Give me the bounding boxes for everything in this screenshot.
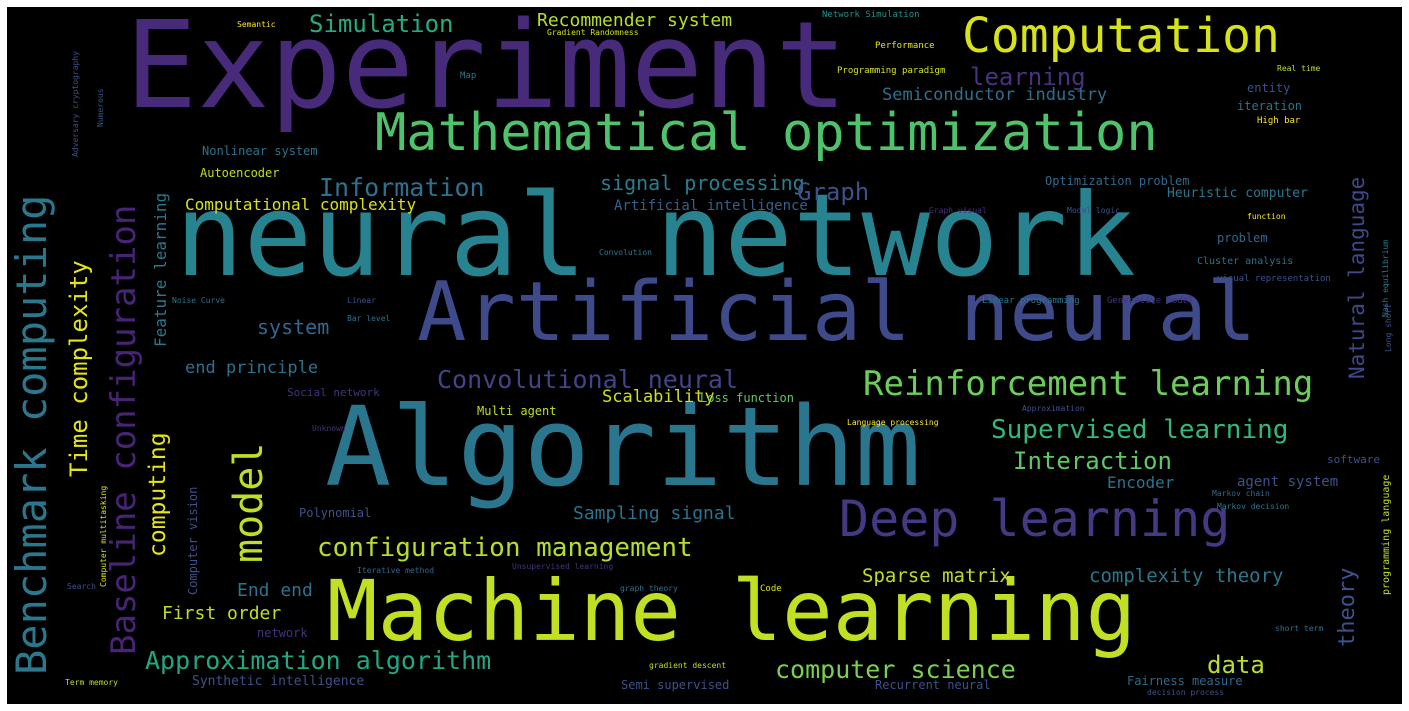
word-network: network [257,626,308,640]
word-graph-theory: graph theory [620,584,678,593]
word-feature-learning: Feature learning [151,192,170,347]
word-unsupervised-learning: Unsupervised learning [512,562,614,571]
word-multi-agent: Multi agent [477,404,557,418]
word-synthetic-intelligence: Synthetic intelligence [192,674,365,689]
word-computer-vision: Computer vision [186,486,200,595]
word-decision-process: decision process [1147,688,1225,697]
word-configuration-management: configuration management [317,533,693,563]
word-code: Code [760,584,782,594]
word-cluster-analysis: Cluster analysis [1197,256,1294,267]
word-heuristic-computer: Heuristic computer [1167,186,1308,201]
word-polynomial: Polynomial [299,506,372,520]
word-generative-model: Generative model [1107,296,1194,306]
word-iteration: iteration [1237,99,1303,113]
word-bar-level: Bar level [347,314,391,323]
word-nonlinear-system: Nonlinear system [202,144,318,158]
word-convolution: Convolution [599,248,652,257]
word-time-complexity: Time complexity [65,260,93,477]
word-numerous: Numerous [96,88,105,127]
word-approximation-algorithm: Approximation algorithm [145,646,492,675]
word-linear-programming: Linear programming [982,296,1080,306]
word-natural-language: Natural language [1345,176,1369,379]
word-baseline-configuration: Baseline configuration [104,204,144,655]
word-computation: Computation [962,8,1280,64]
word-encoder: Encoder [1107,473,1175,492]
word-visual-representation: visual representation [1217,274,1331,284]
word-optimization-problem: Optimization problem [1045,174,1190,188]
word-noise-curve: Noise Curve [172,296,225,305]
word-semiconductor-industry: Semiconductor industry [882,85,1108,105]
word-approximation: Approximation [1022,404,1085,413]
word-linear: Linear [347,296,376,305]
word-signal-processing: signal processing [600,171,805,195]
word-model: model [226,442,272,563]
word-complexity-theory: complexity theory [1089,565,1284,587]
word-nash-equilibrium: Nash equilibrium [1381,239,1390,317]
word-scalability: Scalability [602,387,715,407]
word-loss-function: Loss function [700,391,794,405]
word-term-memory: Term memory [65,678,118,687]
word-search: Search [67,582,96,591]
word-machine-learning: Machine learning [327,562,1137,660]
word-iterative-method: Iterative method [357,566,435,575]
word-semantic: Semantic [237,20,276,29]
word-computational-complexity: Computational complexity [185,195,417,214]
word-deep-learning: Deep learning [839,490,1231,548]
word-programming-language: programming language [1381,474,1392,595]
word-supervised-learning: Supervised learning [991,415,1289,445]
word-modal-logic: Modal logic [1067,206,1120,215]
word-cloud: Experiment neural network Artificial neura… [7,7,1402,704]
word-computing: computing [145,432,171,557]
word-short-term: short term [1275,624,1324,633]
word-problem: problem [1217,231,1268,245]
word-sampling-signal: Sampling signal [573,503,736,524]
word-map: Map [460,71,477,81]
word-algorithm: Algorithm [325,383,922,511]
word-recurrent-neural: Recurrent neural [875,678,991,692]
word-sparse-matrix: Sparse matrix [862,565,1011,587]
word-software: software [1327,453,1380,466]
word-interaction: Interaction [1013,447,1172,475]
word-first-order: First order [162,603,282,624]
word-high-bar: High bar [1257,116,1301,126]
word-end-end: End end [237,580,313,601]
word-social-network: Social network [287,386,380,399]
word-performance: Performance [875,41,935,51]
word-mathematical-optimization: Mathematical optimization [375,103,1158,163]
word-network-sim-small: Unknown [312,424,346,433]
word-computer-multitasking: Computer multitasking [99,485,108,587]
word-end-principle: end principle [185,358,319,378]
word-simulation: Simulation [309,10,454,38]
word-reinforcement-learning: Reinforcement learning [863,364,1314,404]
word-autoencoder: Autoencoder [200,166,280,180]
word-system: system [257,315,330,339]
word-gradient-randomness: Gradient Randomness [547,28,639,37]
word-theory: theory [1335,567,1360,647]
word-real-time: Real time [1277,64,1321,73]
word-fairness-measure: Fairness measure [1127,674,1243,688]
word-adversary-cryptography: Adversary cryptography [71,51,80,157]
word-programming-paradigm: Programming paradigm [837,66,946,76]
word-markov-decision: Markov decision [1217,502,1290,511]
word-markov-chain: Markov chain [1212,489,1270,498]
word-network-simulation: Network Simulation [822,10,920,20]
word-entity: entity [1247,81,1291,95]
word-graph-visual: Graph visual [929,206,987,215]
word-language-processing: Language processing [847,418,939,427]
word-gradient-descent: gradient descent [649,661,727,670]
word-semi-supervised: Semi supervised [621,678,730,692]
word-artificial-neural: Artificial neural [417,265,1257,360]
word-artificial-intelligence: Artificial intelligence [614,198,808,214]
word-benchmark-computing: Benchmark computing [7,194,56,675]
word-agent-system: agent system [1237,474,1339,490]
word-function: function [1247,212,1286,221]
